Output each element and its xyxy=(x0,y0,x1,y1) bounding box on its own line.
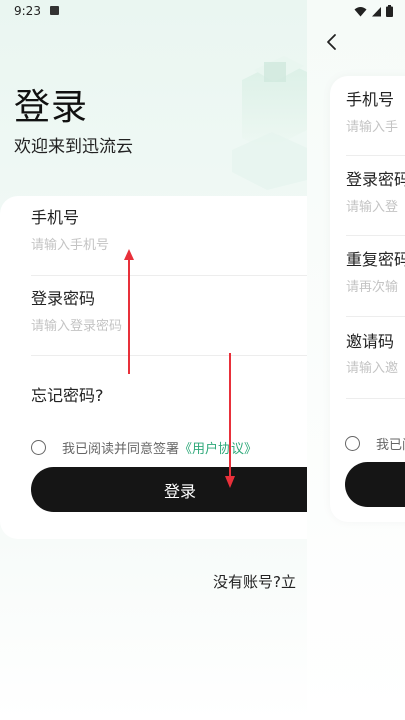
status-icons xyxy=(354,5,393,17)
battery-icon xyxy=(386,5,393,17)
reg-phone-label: 手机号 xyxy=(346,90,395,109)
signal-icon xyxy=(372,6,381,16)
status-bar: 9:23 xyxy=(0,0,405,24)
forgot-password-link[interactable]: 忘记密码? xyxy=(31,382,104,406)
agree-text: 我已阅读并同意签署 xyxy=(62,442,180,457)
login-screen: 登录 欢迎来到迅流云 手机号 登录密码 忘记密码? 我已阅读并同意签署 《用户协… xyxy=(0,0,307,720)
reg-agreement-row: 我已阅 xyxy=(345,434,405,453)
red-arrow-icon xyxy=(124,249,134,374)
divider xyxy=(31,275,307,276)
reg-repeat-label: 重复密码 xyxy=(346,250,405,269)
phone-label: 手机号 xyxy=(31,208,80,227)
reg-phone-input[interactable] xyxy=(346,116,405,138)
divider xyxy=(346,155,405,156)
register-form-card: 手机号 登录密码 重复密码 邀请码 我已阅 xyxy=(330,76,405,522)
password-label: 登录密码 xyxy=(31,289,96,308)
phone-input[interactable] xyxy=(31,233,307,257)
page-title: 登录 xyxy=(14,87,89,128)
divider xyxy=(346,235,405,236)
chevron-left-icon[interactable] xyxy=(325,33,339,51)
reg-password-label: 登录密码 xyxy=(346,170,405,189)
reg-invite-label: 邀请码 xyxy=(346,332,395,351)
reg-password-input[interactable] xyxy=(346,196,405,218)
reg-agree-radio[interactable] xyxy=(345,436,360,451)
divider xyxy=(346,316,405,317)
user-agreement-link[interactable]: 《用户协议》 xyxy=(179,438,257,457)
red-arrow-icon xyxy=(225,353,235,488)
register-prompt[interactable]: 没有账号?立 xyxy=(213,571,296,592)
register-screen: 手机号 登录密码 重复密码 邀请码 我已阅 xyxy=(307,0,405,720)
agree-radio[interactable] xyxy=(31,440,46,455)
reg-invite-input[interactable] xyxy=(346,357,405,379)
divider xyxy=(31,355,307,356)
login-button[interactable]: 登录 xyxy=(31,467,307,512)
hero-illustration xyxy=(232,56,307,190)
reg-repeat-input[interactable] xyxy=(346,276,405,298)
notification-icon xyxy=(50,6,59,15)
login-button-label: 登录 xyxy=(163,481,196,501)
divider xyxy=(346,398,405,399)
wifi-icon xyxy=(354,6,367,16)
reg-agree-text: 我已阅 xyxy=(376,438,405,453)
register-button[interactable] xyxy=(345,462,405,507)
welcome-text: 欢迎来到迅流云 xyxy=(14,137,133,157)
password-input[interactable] xyxy=(31,314,307,338)
status-time: 9:23 xyxy=(14,4,41,18)
